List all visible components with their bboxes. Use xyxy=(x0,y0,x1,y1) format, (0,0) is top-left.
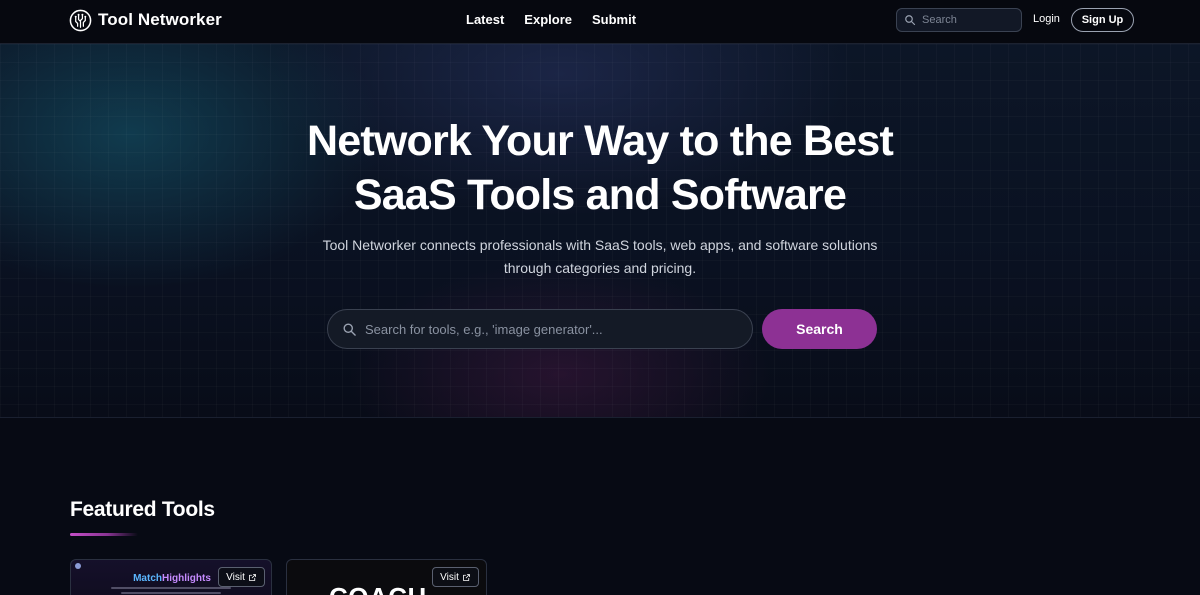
hero-search-button[interactable]: Search xyxy=(762,309,877,349)
nav-submit[interactable]: Submit xyxy=(592,12,636,30)
circuit-logo-icon xyxy=(69,9,92,31)
hero-title-line-2: SaaS Tools and Software xyxy=(353,171,847,219)
card-preview-title-part-2: Highlights xyxy=(162,573,211,584)
visit-label: Visit xyxy=(440,571,459,583)
hero-search-input[interactable] xyxy=(365,321,745,337)
hero-search-box[interactable] xyxy=(327,309,753,349)
nav-latest[interactable]: Latest xyxy=(466,12,504,30)
hero-title-line-1: Network Your Way to the Best xyxy=(306,117,894,165)
nav-search-box[interactable] xyxy=(896,8,1022,32)
featured-tools-heading: Featured Tools xyxy=(70,498,215,521)
main-nav: Latest Explore Submit xyxy=(466,12,636,30)
brand-name: Tool Networker xyxy=(98,10,222,29)
featured-tool-card[interactable]: MatchHighlights Visit xyxy=(70,559,272,595)
external-link-icon xyxy=(248,573,256,581)
featured-heading-underline xyxy=(70,533,138,536)
hero-subtitle: Tool Networker connects professionals wi… xyxy=(300,234,900,280)
visit-label: Visit xyxy=(226,571,245,583)
hero-title: Network Your Way to the Best SaaS Tools … xyxy=(0,114,1200,222)
nav-explore[interactable]: Explore xyxy=(524,12,572,30)
hero-subtitle-line-1: Tool Networker connects professionals wi… xyxy=(322,237,878,253)
search-icon xyxy=(905,15,916,26)
search-icon xyxy=(343,323,356,336)
card-preview-title-part-1: Match xyxy=(133,573,162,584)
card-preview-logo-icon xyxy=(75,563,81,569)
visit-button[interactable]: Visit xyxy=(432,567,479,587)
brand-home-link[interactable]: Tool Networker xyxy=(69,8,222,32)
hero-grid-background xyxy=(0,44,1200,417)
hero-section: Network Your Way to the Best SaaS Tools … xyxy=(0,44,1200,418)
card-preview-header xyxy=(75,563,81,569)
hero-subtitle-line-2: through categories and pricing. xyxy=(503,260,697,276)
card-preview-text-lines xyxy=(111,587,231,595)
nav-search-input[interactable] xyxy=(922,14,1012,26)
top-nav: Tool Networker Latest Explore Submit Log… xyxy=(0,0,1200,44)
login-link[interactable]: Login xyxy=(1033,13,1060,25)
signup-button[interactable]: Sign Up xyxy=(1071,8,1134,32)
external-link-icon xyxy=(462,573,470,581)
featured-tool-card[interactable]: COACH Visit xyxy=(286,559,487,595)
card-preview-title: COACH xyxy=(329,582,427,595)
visit-button[interactable]: Visit xyxy=(218,567,265,587)
